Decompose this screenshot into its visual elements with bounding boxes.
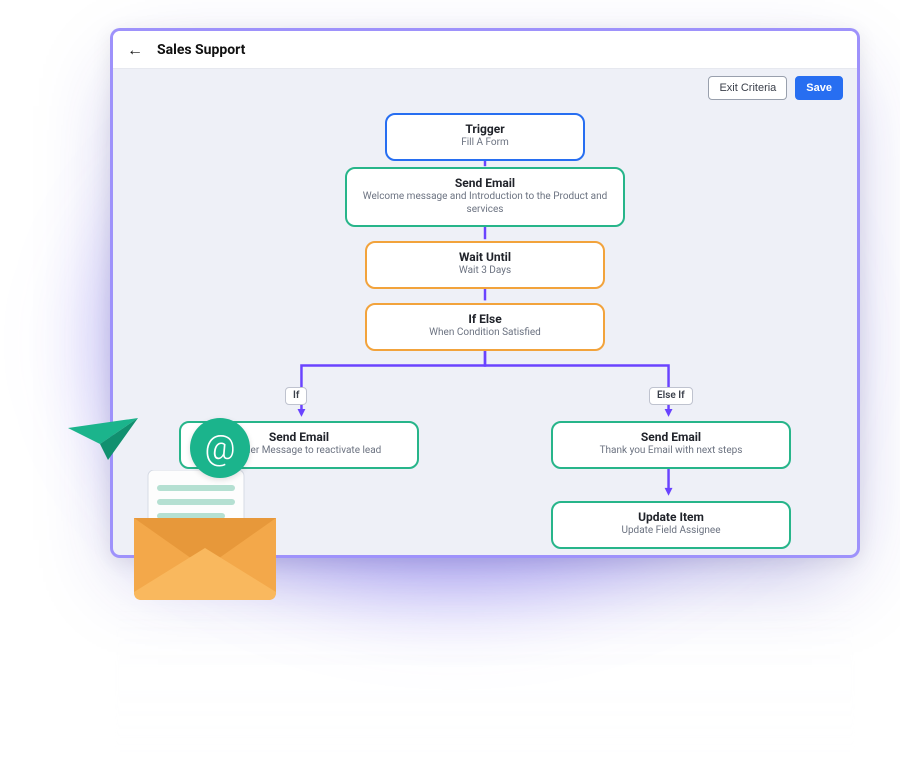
node-subtitle: Reminder Message to reactivate lead [195, 445, 403, 458]
node-title: Send Email [195, 430, 403, 444]
back-arrow-icon[interactable]: ← [127, 42, 143, 58]
action-bar: Exit Criteria Save [113, 69, 857, 107]
flow-canvas: Trigger Fill A Form Send Email Welcome m… [113, 107, 857, 555]
node-title: Send Email [567, 430, 775, 444]
node-subtitle: When Condition Satisfied [381, 327, 589, 340]
save-button[interactable]: Save [795, 76, 843, 100]
node-ifelse[interactable]: If Else When Condition Satisfied [365, 303, 605, 351]
node-subtitle: Fill A Form [401, 137, 569, 150]
branch-chip-elseif: Else If [649, 387, 693, 405]
floor-reflection [115, 558, 855, 758]
node-send-reminder[interactable]: Send Email Reminder Message to reactivat… [179, 421, 419, 469]
node-title: If Else [381, 312, 589, 326]
node-title: Send Email [361, 176, 609, 190]
node-subtitle: Thank you Email with next steps [567, 445, 775, 458]
exit-criteria-button[interactable]: Exit Criteria [708, 76, 787, 100]
page-title: Sales Support [157, 42, 245, 58]
node-send-thankyou[interactable]: Send Email Thank you Email with next ste… [551, 421, 791, 469]
node-subtitle: Welcome message and Introduction to the … [361, 191, 609, 216]
page-header: ← Sales Support [113, 31, 857, 69]
node-title: Update Item [567, 510, 775, 524]
node-update-item[interactable]: Update Item Update Field Assignee [551, 501, 791, 549]
node-title: Trigger [401, 122, 569, 136]
node-trigger[interactable]: Trigger Fill A Form [385, 113, 585, 161]
node-send-welcome[interactable]: Send Email Welcome message and Introduct… [345, 167, 625, 227]
node-subtitle: Wait 3 Days [381, 265, 589, 278]
branch-chip-if: If [285, 387, 307, 405]
workflow-card: ← Sales Support Exit Criteria Save [110, 28, 860, 558]
node-wait[interactable]: Wait Until Wait 3 Days [365, 241, 605, 289]
node-subtitle: Update Field Assignee [567, 525, 775, 538]
node-title: Wait Until [381, 250, 589, 264]
